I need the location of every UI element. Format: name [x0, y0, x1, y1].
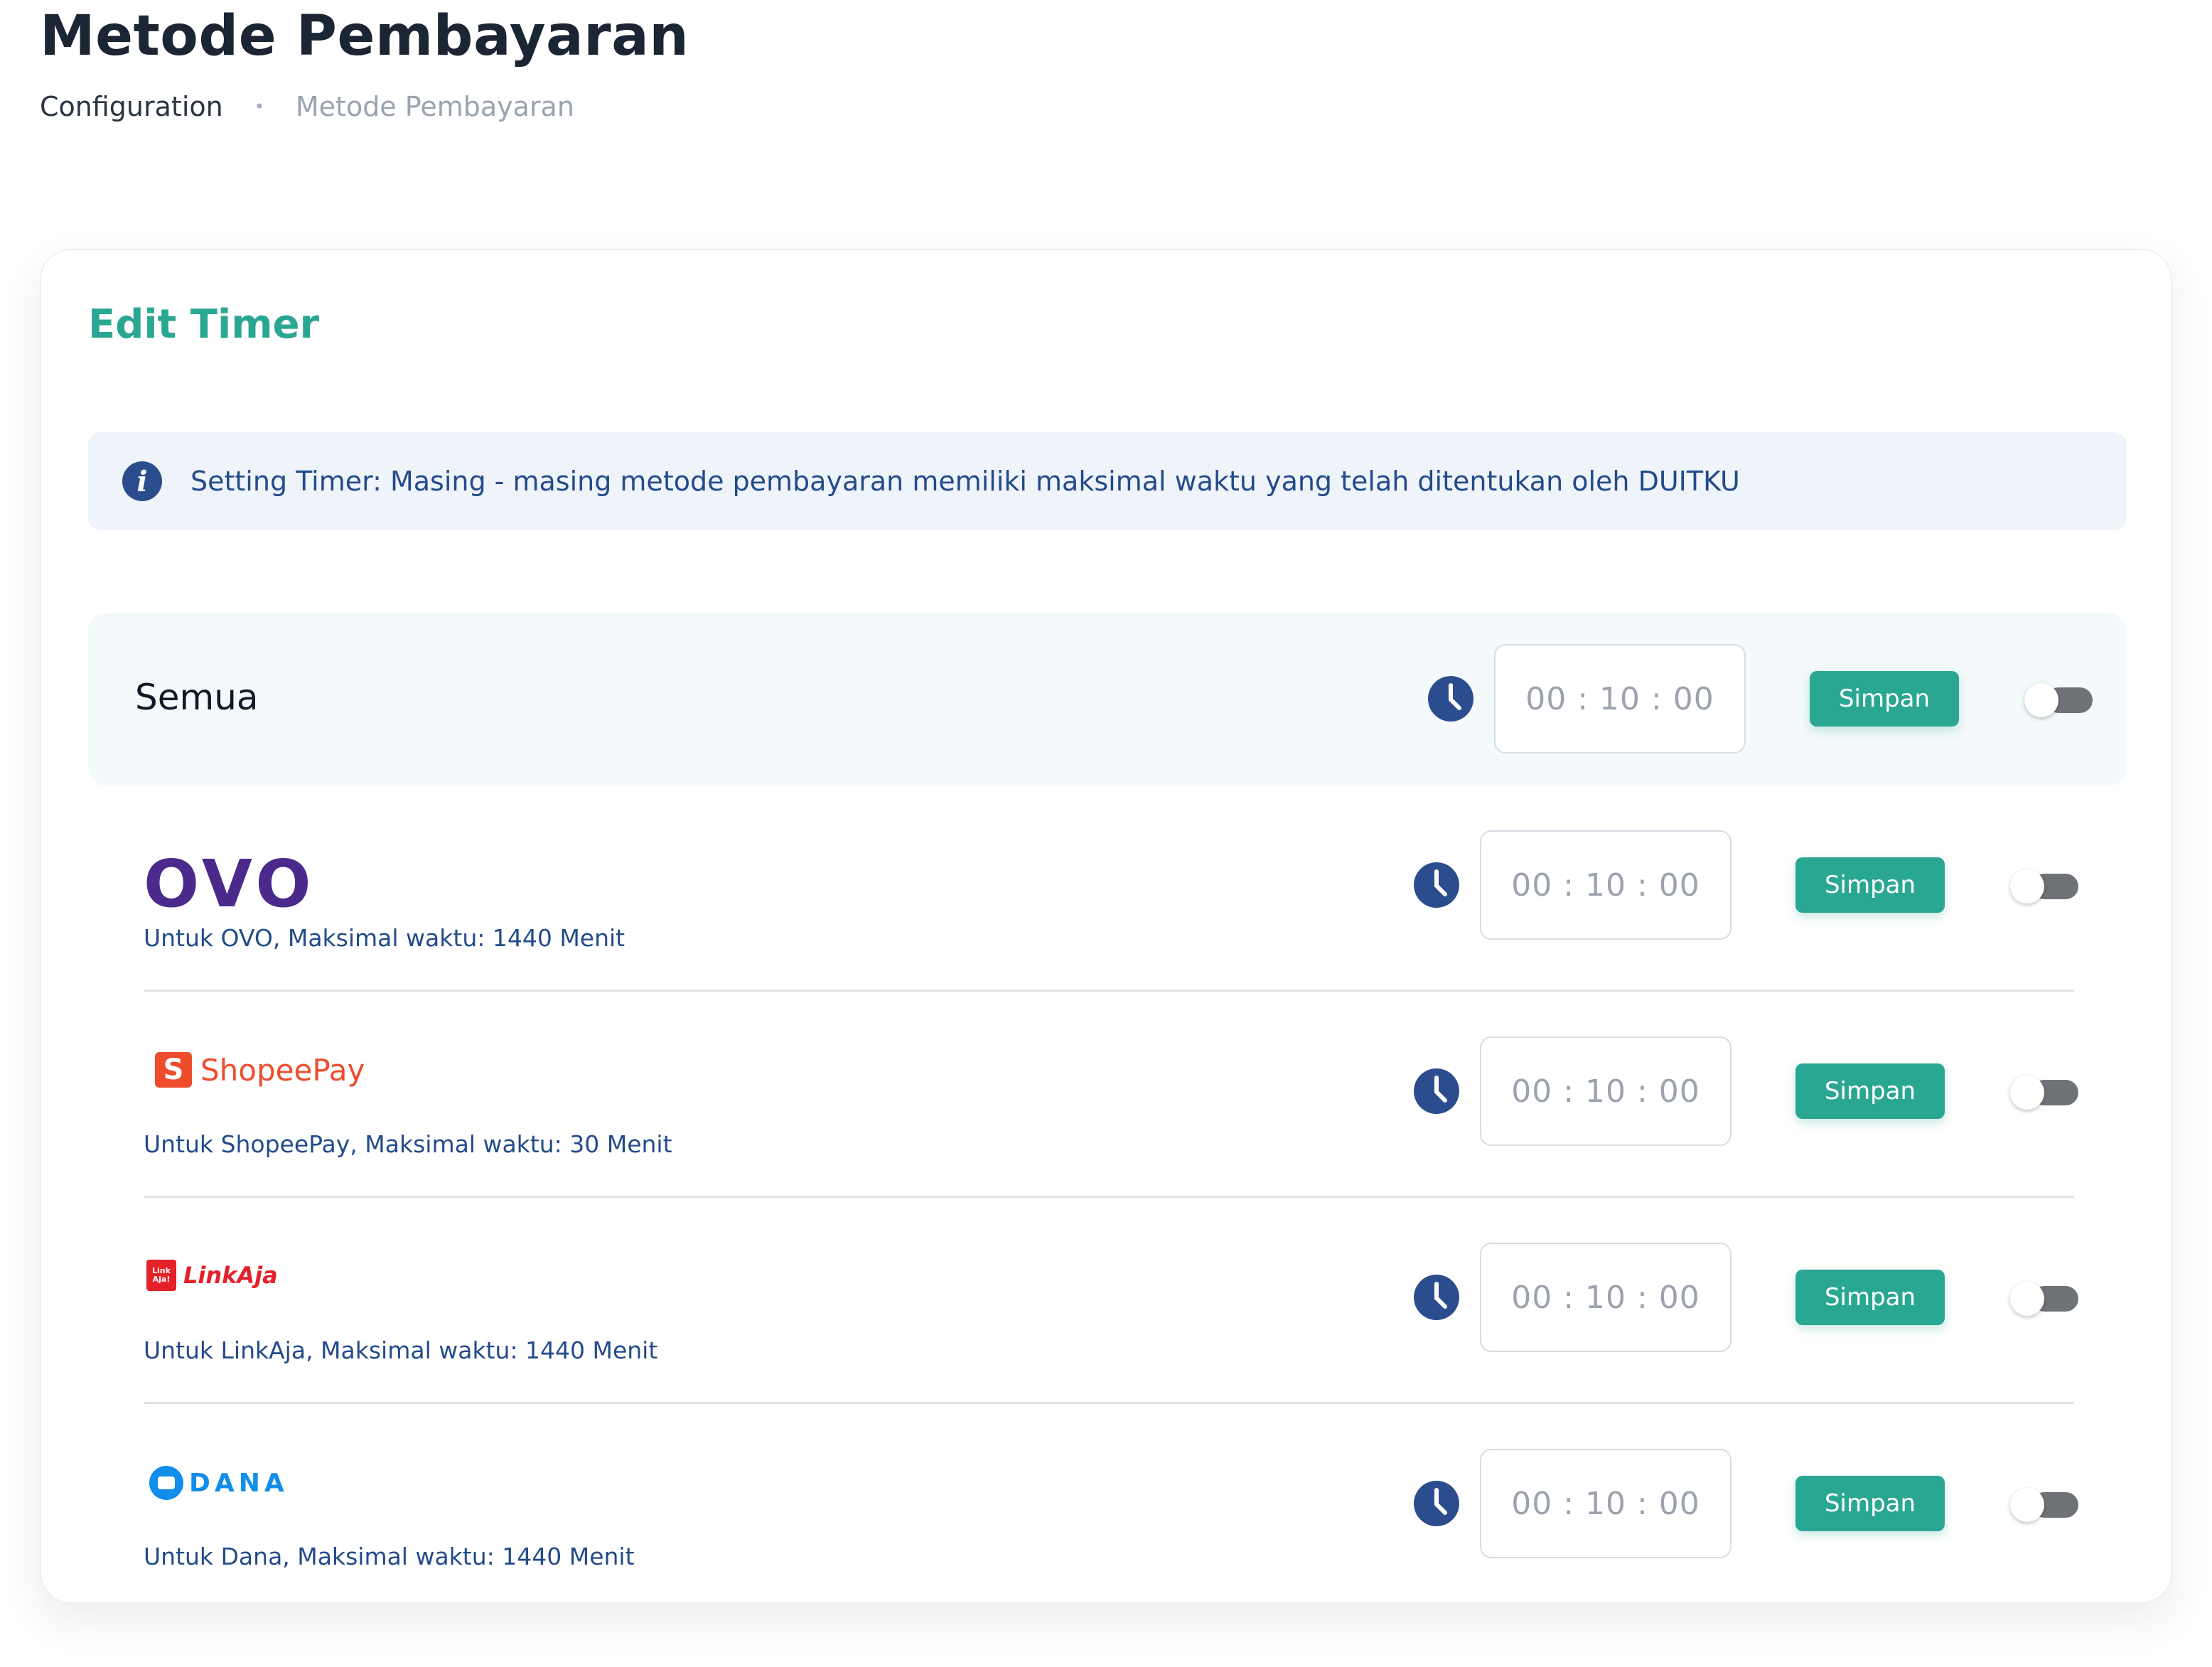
- dana-save-button[interactable]: Simpan: [1795, 1476, 1945, 1531]
- shopeepay-toggle[interactable]: [2010, 1076, 2078, 1110]
- dana-controls: 00 : 10 : 00 Simpan: [1413, 1449, 2078, 1558]
- all-methods-row: Semua 00 : 10 : 00 Simpan: [88, 613, 2127, 786]
- linkaja-toggle[interactable]: [2010, 1282, 2078, 1316]
- breadcrumb: Configuration • Metode Pembayaran: [40, 91, 574, 122]
- linkaja-description: Untuk LinkAja, Maksimal waktu: 1440 Meni…: [144, 1336, 658, 1364]
- all-methods-time-input[interactable]: 00 : 10 : 00: [1494, 644, 1746, 754]
- all-methods-save-button[interactable]: Simpan: [1810, 671, 1959, 727]
- ovo-controls: 00 : 10 : 00 Simpan: [1413, 830, 2078, 940]
- linkaja-save-button[interactable]: Simpan: [1795, 1270, 1945, 1325]
- ovo-logo: OVO: [144, 846, 316, 922]
- ovo-time-input[interactable]: 00 : 10 : 00: [1480, 830, 1732, 940]
- edit-timer-card: Edit Timer i Setting Timer: Masing - mas…: [40, 249, 2172, 1604]
- shopeepay-logo: S ShopeePay: [155, 1052, 365, 1088]
- page-title: Metode Pembayaran: [40, 4, 689, 68]
- linkaja-box-icon: Link Aja!: [146, 1260, 176, 1291]
- shopeepay-logo-text: ShopeePay: [200, 1052, 365, 1088]
- breadcrumb-separator: •: [254, 97, 264, 117]
- all-methods-label: Semua: [135, 677, 259, 718]
- divider: [144, 1402, 2074, 1404]
- dana-wallet-icon: [149, 1466, 183, 1500]
- dana-logo: DANA: [149, 1466, 289, 1500]
- ovo-description: Untuk OVO, Maksimal waktu: 1440 Menit: [144, 924, 626, 952]
- dana-time-input[interactable]: 00 : 10 : 00: [1480, 1449, 1732, 1558]
- linkaja-time-input[interactable]: 00 : 10 : 00: [1480, 1243, 1732, 1352]
- clock-icon: [1414, 1481, 1459, 1526]
- ovo-save-button[interactable]: Simpan: [1795, 857, 1945, 913]
- info-icon: i: [122, 461, 162, 501]
- clock-icon: [1414, 862, 1459, 908]
- dana-logo-text: DANA: [189, 1468, 289, 1498]
- divider: [144, 1196, 2074, 1198]
- shopeepay-bag-icon: S: [155, 1052, 192, 1088]
- dana-toggle[interactable]: [2010, 1488, 2078, 1522]
- shopeepay-time-input[interactable]: 00 : 10 : 00: [1480, 1036, 1732, 1146]
- clock-icon: [1414, 1275, 1459, 1320]
- shopeepay-save-button[interactable]: Simpan: [1795, 1063, 1945, 1119]
- shopeepay-controls: 00 : 10 : 00 Simpan: [1413, 1036, 2078, 1146]
- alert-text: Setting Timer: Masing - masing metode pe…: [190, 466, 1740, 497]
- breadcrumb-configuration[interactable]: Configuration: [40, 91, 223, 122]
- shopeepay-description: Untuk ShopeePay, Maksimal waktu: 30 Meni…: [144, 1130, 672, 1158]
- all-methods-toggle[interactable]: [2024, 683, 2093, 717]
- ovo-toggle[interactable]: [2010, 869, 2078, 904]
- linkaja-logo: Link Aja! LinkAja: [146, 1260, 278, 1291]
- clock-icon: [1414, 1068, 1459, 1114]
- divider: [144, 990, 2074, 992]
- linkaja-logo-text: LinkAja: [183, 1262, 278, 1289]
- info-alert: i Setting Timer: Masing - masing metode …: [88, 432, 2127, 530]
- card-title: Edit Timer: [88, 301, 320, 348]
- clock-icon: [1428, 676, 1473, 722]
- breadcrumb-current: Metode Pembayaran: [295, 91, 574, 122]
- linkaja-controls: 00 : 10 : 00 Simpan: [1413, 1243, 2078, 1352]
- dana-description: Untuk Dana, Maksimal waktu: 1440 Menit: [144, 1543, 635, 1570]
